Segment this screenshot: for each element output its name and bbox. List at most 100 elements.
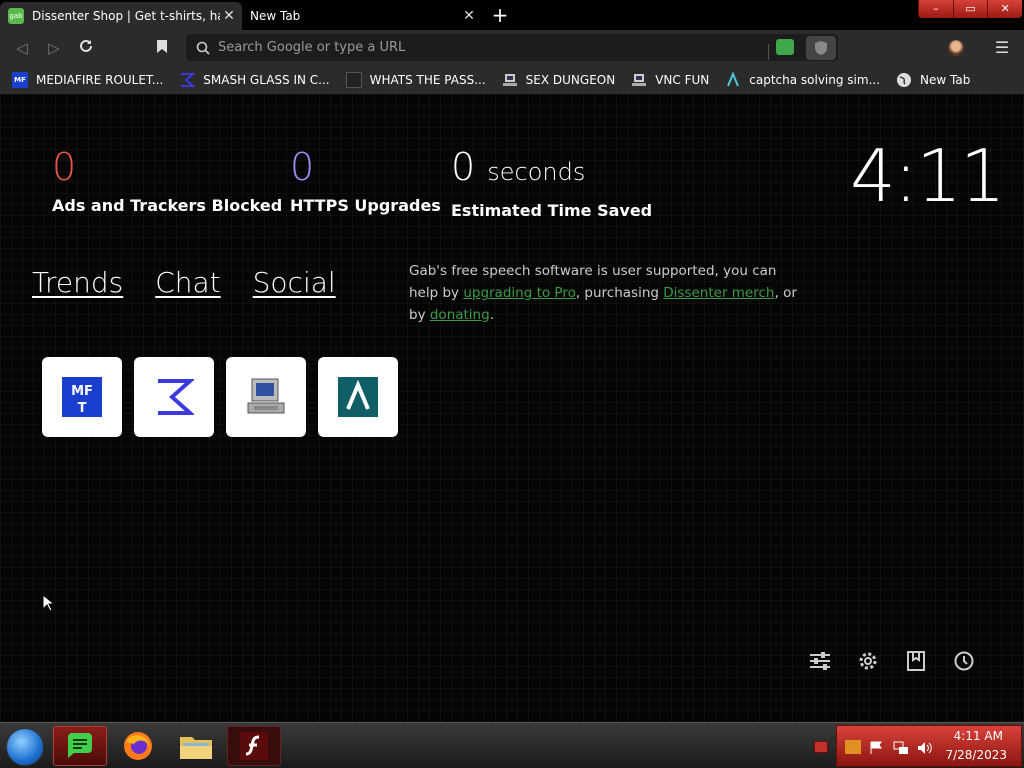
bookmark-vnc-fun[interactable]: VNC FUN — [631, 72, 709, 88]
tray-overflow-icon[interactable] — [814, 741, 828, 753]
tray-time[interactable]: 4:11 AM — [954, 729, 1003, 743]
donating-link[interactable]: donating — [430, 307, 490, 323]
bookmark-label: VNC FUN — [655, 72, 710, 87]
bookmark-sex-dungeon[interactable]: SEX DUNGEON — [502, 72, 616, 88]
tab-dissenter-shop[interactable]: gab Dissenter Shop | Get t-shirts, hats,… — [0, 2, 242, 30]
omnibox-separator — [768, 44, 769, 60]
top-sites: MF T — [42, 357, 410, 437]
flag-icon[interactable] — [869, 740, 885, 754]
gab-chat-icon — [68, 733, 92, 758]
bookmark-label: MEDIAFIRE ROULET... — [36, 72, 164, 87]
browser-toolbar: ◁ ▷ — [0, 30, 1024, 65]
mouse-cursor-icon — [42, 593, 56, 612]
bookmarks-bar: MF MEDIAFIRE ROULET... SMASH GLASS IN C.… — [0, 65, 1024, 94]
bookmark-label: SEX DUNGEON — [525, 72, 616, 87]
tab-strip: gab Dissenter Shop | Get t-shirts, hats,… — [0, 0, 1024, 30]
menu-icon[interactable]: ☰ — [992, 38, 1012, 58]
taskbar: 4:11 AM 7/28/2023 — [0, 722, 1024, 768]
start-button[interactable] — [6, 728, 44, 766]
forward-icon[interactable]: ▷ — [44, 38, 64, 58]
tray-icons — [845, 740, 941, 754]
tab-close-icon[interactable]: ✕ — [220, 8, 238, 24]
tile-smash-glass[interactable] — [134, 357, 214, 437]
tile-mediafire[interactable]: MF T — [42, 357, 122, 437]
trends-link[interactable]: Trends — [32, 266, 123, 299]
bookmark-smash-glass[interactable]: SMASH GLASS IN C... — [179, 72, 330, 88]
folder-icon — [180, 737, 212, 759]
https-upgrades-label: HTTPS Upgrades — [290, 196, 441, 215]
page-settings-icons — [806, 647, 998, 675]
time-saved-unit: seconds — [487, 158, 586, 186]
mediafire-icon: MF T — [62, 377, 102, 417]
bookmark-label: SMASH GLASS IN C... — [203, 72, 330, 87]
maximize-button[interactable]: ▭ — [952, 0, 988, 18]
back-icon[interactable]: ◁ — [12, 38, 32, 58]
clock: 4:11 — [850, 134, 1006, 218]
ads-blocked-label: Ads and Trackers Blocked — [52, 196, 283, 215]
time-saved-count: 0 — [451, 145, 476, 189]
omnibox[interactable] — [186, 34, 838, 61]
stat-https-upgrades: 0 HTTPS Upgrades — [290, 144, 441, 215]
taskbar-gab-app[interactable] — [53, 726, 107, 766]
support-text: . — [489, 307, 494, 323]
bookmark-new-tab[interactable]: New Tab — [896, 72, 970, 88]
tray-date[interactable]: 7/28/2023 — [945, 748, 1007, 762]
bookmark-whats-the-pass[interactable]: WHATS THE PASS... — [345, 71, 486, 88]
svg-text:MF: MF — [71, 384, 93, 399]
history-icon[interactable] — [950, 647, 978, 675]
bookmark-label: New Tab — [920, 72, 971, 87]
volume-icon[interactable] — [917, 740, 933, 754]
gab-favicon-icon: gab — [8, 8, 24, 24]
computer-icon — [631, 72, 647, 88]
mediafire-icon: MF — [12, 71, 28, 88]
customize-sliders-icon[interactable] — [806, 647, 834, 675]
taskbar-flash[interactable] — [227, 726, 281, 766]
tab-close-icon[interactable]: ✕ — [460, 8, 478, 24]
computer-icon — [502, 72, 518, 88]
window-controls: – ▭ ✕ — [918, 0, 1022, 18]
bookmark-icon[interactable] — [156, 39, 170, 55]
minimize-button[interactable]: – — [918, 0, 953, 18]
support-text: , purchasing — [575, 285, 664, 301]
sigma-icon — [179, 72, 196, 88]
gear-icon[interactable] — [854, 647, 882, 675]
lambda-icon — [338, 377, 378, 417]
sigma-icon — [158, 379, 194, 415]
stat-time-saved: 0 seconds Estimated Time Saved — [451, 144, 652, 220]
gab-nav-links: Trends Chat Social — [32, 266, 368, 299]
bookmark-label: captcha solving sim... — [749, 72, 881, 87]
bookmark-label: WHATS THE PASS... — [369, 72, 486, 87]
chat-link[interactable]: Chat — [155, 266, 220, 299]
dissenter-merch-link[interactable]: Dissenter merch — [663, 285, 774, 301]
upgrade-pro-link[interactable]: upgrading to Pro — [463, 285, 576, 301]
search-icon — [196, 40, 210, 55]
svg-text:T: T — [78, 401, 87, 416]
taskbar-firefox[interactable] — [111, 726, 165, 766]
profile-avatar[interactable] — [948, 40, 964, 56]
computer-icon — [247, 378, 285, 414]
social-link[interactable]: Social — [253, 266, 336, 299]
new-tab-page: 0 Ads and Trackers Blocked 0 HTTPS Upgra… — [0, 94, 1024, 722]
taskbar-file-explorer[interactable] — [169, 726, 223, 766]
network-icon[interactable] — [893, 740, 909, 754]
globe-icon — [896, 72, 912, 88]
gab-extension-icon[interactable] — [776, 39, 794, 55]
flash-icon — [240, 732, 268, 760]
shield-extension-icon[interactable] — [806, 36, 836, 60]
stat-ads-blocked: 0 Ads and Trackers Blocked — [52, 144, 282, 215]
time-saved-value: 0 seconds — [451, 144, 652, 195]
tile-lambda[interactable] — [318, 357, 398, 437]
bookmark-captcha[interactable]: captcha solving sim... — [725, 71, 881, 88]
system-tray: 4:11 AM 7/28/2023 — [836, 725, 1022, 767]
tab-new-tab[interactable]: New Tab ✕ — [242, 2, 482, 30]
bookmark-mediafire[interactable]: MF MEDIAFIRE ROULET... — [12, 71, 164, 88]
tray-app-icon[interactable] — [845, 740, 861, 754]
new-tab-button[interactable]: + — [487, 5, 513, 27]
time-saved-label: Estimated Time Saved — [451, 201, 653, 220]
bookmarks-icon[interactable] — [902, 647, 930, 675]
firefox-icon — [124, 732, 152, 760]
reload-icon[interactable] — [76, 38, 96, 58]
address-input[interactable] — [218, 37, 758, 58]
close-window-button[interactable]: ✕ — [987, 0, 1022, 18]
tile-computer[interactable] — [226, 357, 306, 437]
